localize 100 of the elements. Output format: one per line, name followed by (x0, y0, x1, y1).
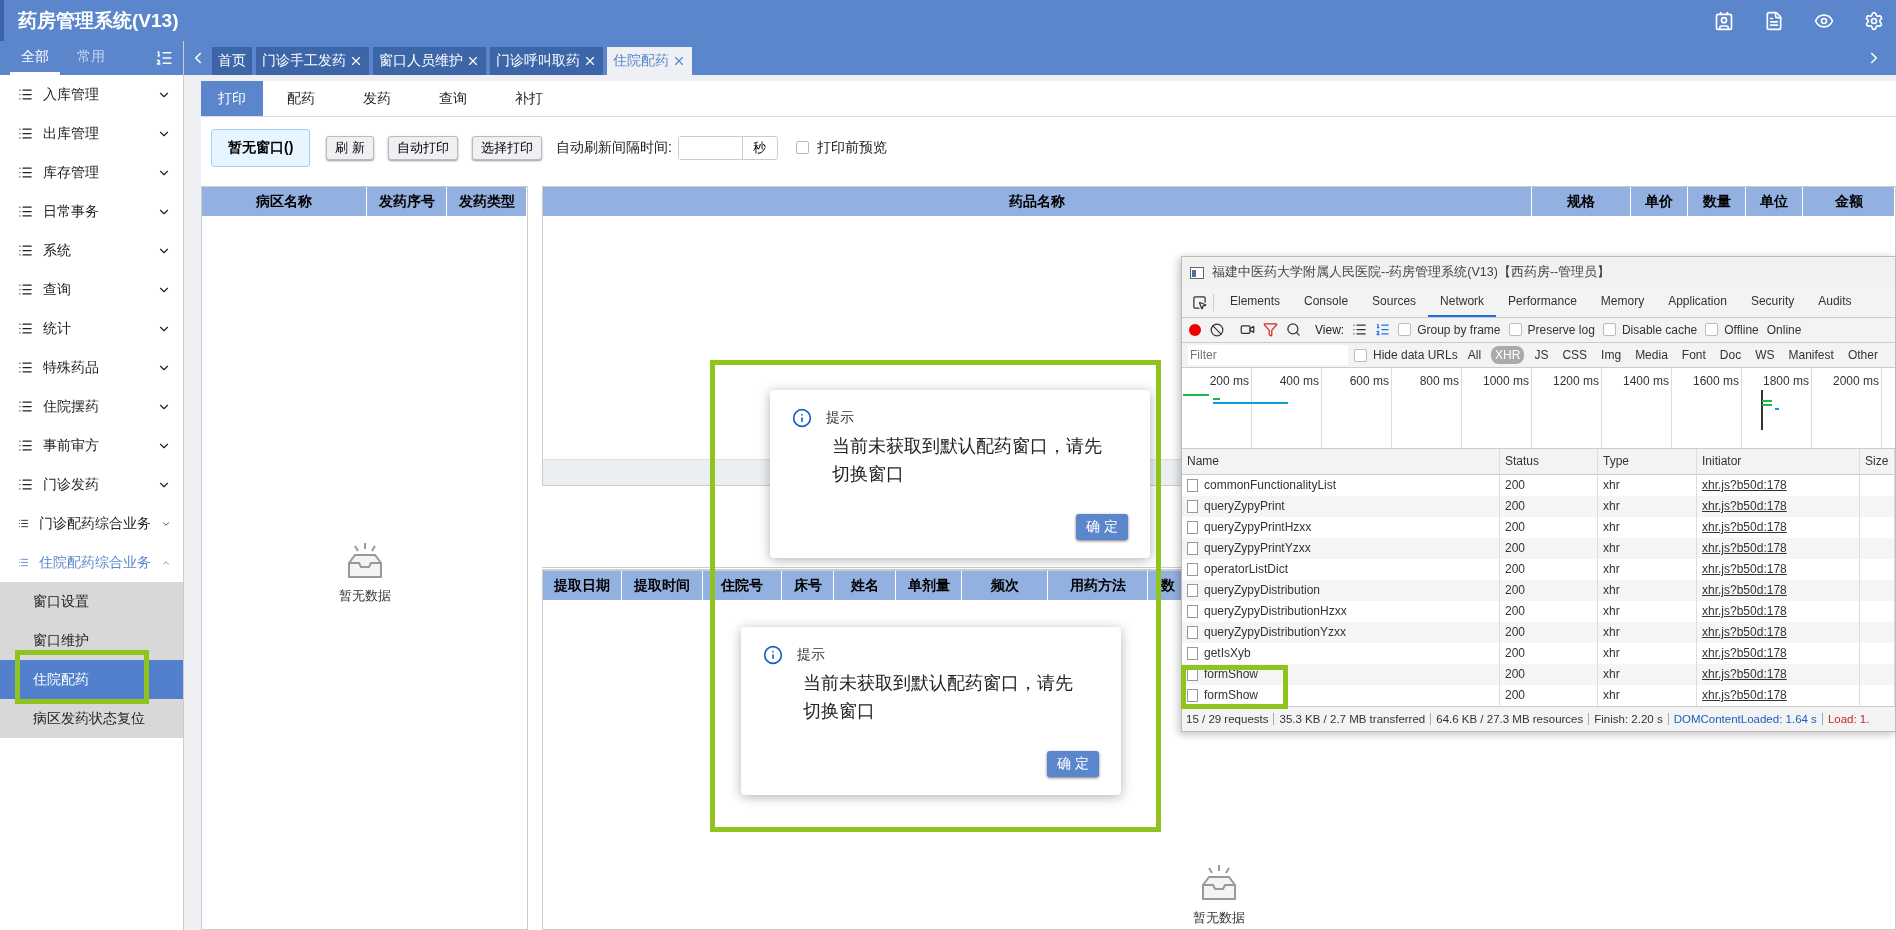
waterfall-view-icon[interactable] (1375, 322, 1391, 338)
record-icon[interactable] (1188, 322, 1202, 337)
close-icon[interactable] (349, 54, 363, 68)
page-tab[interactable]: 窗口人员维护 (373, 47, 486, 75)
view-label: View: (1315, 322, 1345, 337)
checkbox-label: Disable cache (1621, 322, 1698, 337)
confirm-button[interactable]: 确 定 (1076, 514, 1128, 540)
initiator-link[interactable]: xhr.js?b50d:178 (1702, 688, 1787, 703)
checkbox[interactable] (795, 141, 809, 154)
clear-icon[interactable] (1210, 322, 1224, 337)
request-type: xhr (1603, 499, 1620, 514)
request-type: xhr (1603, 541, 1620, 556)
devtools-tab[interactable]: Application (1656, 288, 1739, 317)
initiator-link[interactable]: xhr.js?b50d:178 (1702, 646, 1787, 661)
document-icon[interactable] (1764, 10, 1784, 31)
page-tab[interactable]: 首页 (212, 47, 252, 75)
sidebar-subitem[interactable]: 窗口设置 (0, 582, 183, 621)
list-icon (18, 321, 33, 336)
sidebar-item[interactable]: 查询 (0, 270, 183, 309)
initiator-link[interactable]: xhr.js?b50d:178 (1702, 478, 1787, 493)
window-button[interactable]: 暂无窗口() (211, 128, 311, 167)
sub-tab[interactable]: 打印 (201, 81, 263, 116)
close-icon[interactable] (466, 54, 480, 68)
sidebar-item[interactable]: 住院配药综合业务 (0, 543, 183, 582)
sub-tab[interactable]: 配药 (263, 81, 339, 116)
type-filter[interactable]: Font (1677, 346, 1710, 365)
list-view-icon[interactable] (1352, 322, 1368, 338)
throttle-select[interactable]: Online (1766, 322, 1802, 337)
toolbar-button[interactable]: 自动打印 (387, 135, 458, 160)
column-header: Size (1860, 448, 1895, 475)
summary-text: 64.6 KB / 27.3 MB resources (1436, 712, 1584, 725)
sidebar-subitem[interactable]: 窗口维护 (0, 621, 183, 660)
type-filter[interactable]: JS (1530, 346, 1553, 365)
initiator-link[interactable]: xhr.js?b50d:178 (1702, 520, 1787, 535)
dialog-title: 提示 (826, 409, 854, 427)
devtools-tab[interactable]: Performance (1496, 288, 1589, 317)
sub-tab[interactable]: 查询 (415, 81, 491, 116)
id-card-icon[interactable] (1714, 10, 1734, 31)
timeline-tick: 800 ms (1392, 368, 1462, 448)
devtools-tab[interactable]: Memory (1588, 288, 1657, 317)
checkbox[interactable] (1602, 323, 1616, 337)
settings-icon[interactable] (1864, 10, 1884, 31)
sidebar-item[interactable]: 统计 (0, 309, 183, 348)
inspect-icon[interactable] (1192, 294, 1214, 311)
sidebar-item[interactable]: 住院摆药 (0, 387, 183, 426)
interval-field[interactable]: 秒 (677, 135, 778, 160)
request-status: 200 (1505, 667, 1526, 682)
type-filter[interactable]: Img (1597, 346, 1626, 365)
type-filter[interactable]: Media (1631, 346, 1672, 365)
column-header: 金额 (1803, 187, 1895, 216)
type-filter[interactable]: Manifest (1784, 346, 1838, 365)
request-name: commonFunctionalityList (1204, 478, 1337, 493)
devtools-tab[interactable]: Console (1292, 288, 1361, 317)
sidebar-item[interactable]: 日常事务 (0, 192, 183, 231)
toolbar-button[interactable]: 选择打印 (471, 135, 542, 160)
confirm-button[interactable]: 确 定 (1047, 751, 1099, 777)
sidebar-item[interactable]: 出库管理 (0, 114, 183, 153)
sub-tab[interactable]: 发药 (339, 81, 415, 116)
type-filter[interactable]: WS (1751, 346, 1779, 365)
page-tab[interactable]: 门诊呼叫取药 (490, 47, 603, 75)
devtools-tab[interactable]: Security (1738, 288, 1807, 317)
sidebar-item[interactable]: 门诊配药综合业务 (0, 504, 183, 543)
request-type: xhr (1603, 646, 1620, 661)
initiator-link[interactable]: xhr.js?b50d:178 (1702, 604, 1787, 619)
type-filter[interactable]: CSS (1558, 346, 1592, 365)
devtools-tab[interactable]: Audits (1806, 288, 1864, 317)
empty-text: 暂无数据 (1193, 908, 1245, 927)
request-status: 200 (1505, 625, 1526, 640)
type-filter[interactable]: Other (1843, 346, 1882, 365)
initiator-link[interactable]: xhr.js?b50d:178 (1702, 562, 1787, 577)
file-icon (1187, 667, 1198, 681)
column-header: 发药类型 (447, 187, 527, 216)
checkbox[interactable] (1705, 323, 1719, 337)
sidebar-item[interactable]: 库存管理 (0, 153, 183, 192)
search-icon[interactable] (1286, 322, 1301, 338)
close-icon[interactable] (672, 54, 686, 68)
type-filter[interactable]: Doc (1715, 346, 1746, 365)
sidebar-item[interactable]: 门诊发药 (0, 465, 183, 504)
sidebar-tab[interactable]: 全部 (10, 41, 60, 75)
dialog-message: 当前未获取到默认配药窗口，请先切换窗口 (831, 435, 1103, 486)
request-type: xhr (1603, 604, 1620, 619)
sidebar-subitem[interactable]: 住院配药 (0, 660, 183, 699)
toolbar-button[interactable]: 刷 新 (326, 135, 374, 160)
filter-field[interactable]: Filter (1188, 345, 1348, 366)
filter-icon[interactable] (1263, 322, 1278, 338)
devtools-tab[interactable]: Sources (1360, 288, 1429, 317)
checkbox[interactable] (1398, 323, 1412, 337)
checkbox[interactable] (1354, 348, 1367, 362)
devtools-tab[interactable]: Network (1428, 288, 1497, 317)
page-tab[interactable]: 门诊手工发药 (256, 47, 369, 75)
close-icon[interactable] (583, 54, 597, 68)
devtools-tab[interactable]: Elements (1218, 288, 1293, 317)
summary-text: Finish: 2.20 s (1594, 712, 1663, 725)
sidebar-item[interactable]: 特殊药品 (0, 348, 183, 387)
sidebar-item[interactable]: 入库管理 (0, 75, 183, 114)
sidebar-item[interactable]: 事前审方 (0, 426, 183, 465)
sidebar-item[interactable]: 系统 (0, 231, 183, 270)
type-filter[interactable]: All (1463, 346, 1486, 365)
checkbox[interactable] (1508, 323, 1522, 337)
sub-tab[interactable]: 补打 (491, 81, 567, 116)
